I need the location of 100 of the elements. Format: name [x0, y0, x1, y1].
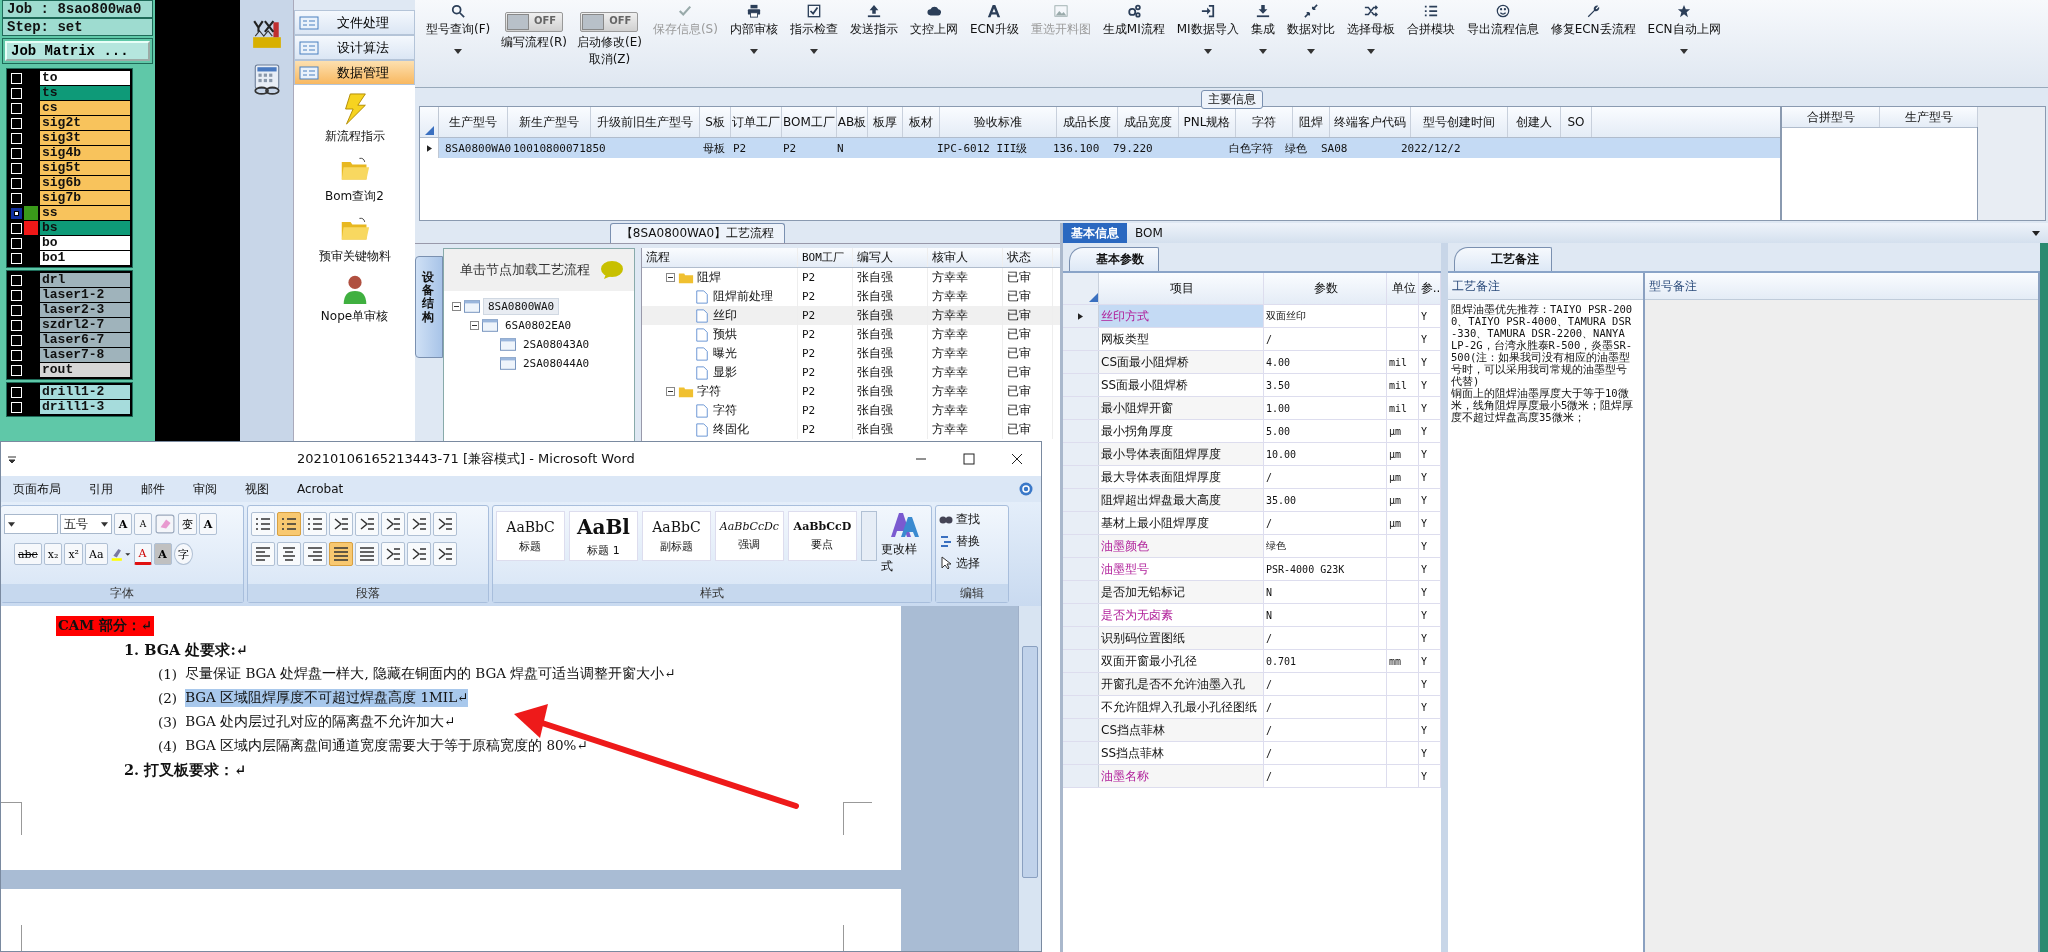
detail-tab[interactable]: BOM	[1127, 224, 1171, 242]
toolbar-button[interactable]: 集成	[1245, 4, 1280, 54]
column-header[interactable]: PNL规格	[1179, 107, 1236, 137]
ribbon-tab[interactable]: 视图	[245, 480, 269, 498]
style-option[interactable]: AaBbC 标题	[496, 511, 565, 561]
parameter-row[interactable]: 开窗孔是否不允许油墨入孔 / Y	[1063, 673, 1441, 696]
column-header[interactable]: 验收标准	[940, 107, 1057, 137]
column-header[interactable]: BOM工厂	[798, 248, 853, 267]
font-button[interactable]: A	[199, 513, 217, 535]
layer-name-cell[interactable]: szdrl2-7	[40, 318, 130, 332]
column-header[interactable]: 参数	[1264, 273, 1387, 304]
column-header[interactable]: 终端客户代码	[1330, 107, 1411, 137]
maximize-icon[interactable]	[963, 453, 975, 465]
close-icon[interactable]	[1011, 453, 1023, 465]
parameter-row[interactable]: 油墨名称 / Y	[1063, 765, 1441, 788]
scrollbar[interactable]	[1978, 107, 2045, 220]
parameter-row[interactable]: 油墨型号 PSR-4000 G23K Y	[1063, 558, 1441, 581]
toggle-switch[interactable]: OFF	[505, 12, 564, 32]
layer-name-cell[interactable]: laser1-2	[40, 288, 130, 302]
font-button[interactable]: A	[153, 543, 172, 565]
parameter-row[interactable]: 最小导体表面阻焊厚度 10.00 μm Y	[1063, 443, 1441, 466]
layer-name-cell[interactable]: sig3t	[40, 131, 130, 145]
font-button[interactable]: A	[134, 513, 152, 535]
toolbar-button[interactable]: 导出流程信息	[1461, 4, 1544, 38]
parameter-row[interactable]: 丝印方式 双面丝印 Y	[1063, 305, 1441, 328]
parameter-row[interactable]: 最小阻焊开窗 1.00 mil Y	[1063, 397, 1441, 420]
parameter-row[interactable]: SS面最小阻焊桥 3.50 mil Y	[1063, 374, 1441, 397]
process-row[interactable]: 预烘 P2 张自强 方幸幸 已审	[642, 325, 1060, 344]
layer-name-cell[interactable]: cs	[40, 101, 130, 115]
column-header[interactable]: 型号创建时间	[1411, 107, 1508, 137]
tree-node[interactable]: 2SA08043A0	[519, 337, 594, 352]
column-header[interactable]: 编写人	[853, 248, 928, 267]
style-option[interactable]: AaBbCcDc 强调	[714, 511, 784, 561]
factory-logo-icon[interactable]	[250, 18, 283, 50]
nav-section-button[interactable]: 数据管理	[294, 60, 415, 85]
column-header[interactable]: S板	[700, 107, 731, 137]
detail-tab[interactable]: 基本信息	[1063, 222, 1127, 244]
font-button[interactable]: A	[133, 543, 152, 565]
toolbar-button[interactable]: 型号查询(F)	[421, 4, 496, 54]
center-icon[interactable]	[277, 542, 301, 566]
parameter-row[interactable]: CS面最小阻焊桥 4.00 mil Y	[1063, 351, 1441, 374]
font-button[interactable]: 字	[173, 543, 193, 565]
toolbar-button[interactable]: 生成MI流程	[1097, 4, 1170, 38]
tree-node[interactable]: 6SA0802EA0	[501, 318, 576, 333]
parameter-row[interactable]: 双面开窗最小孔径 0.701 mm Y	[1063, 650, 1441, 673]
process-row[interactable]: 丝印 P2 张自强 方幸幸 已审	[642, 306, 1060, 325]
column-header[interactable]: 生产型号	[439, 107, 508, 137]
layer-name-cell[interactable]: drill1-2	[40, 385, 130, 399]
column-header[interactable]: BOM工厂	[782, 107, 837, 137]
parameter-row[interactable]: SS挡点菲林 / Y	[1063, 742, 1441, 765]
column-header[interactable]: 订单工厂	[731, 107, 782, 137]
toolbar-button[interactable]: ECN自动上网	[1642, 4, 1726, 54]
column-header[interactable]: 升级前旧生产型号	[591, 107, 700, 137]
column-header[interactable]: 成品长度	[1057, 107, 1118, 137]
nav-item[interactable]: 新流程指示	[294, 93, 415, 145]
parameter-row[interactable]: 是否加无铅标记 N Y	[1063, 581, 1441, 604]
indent-icon[interactable]	[355, 512, 379, 536]
process-row[interactable]: 阻焊 P2 张自强 方幸幸 已审	[642, 268, 1060, 287]
calculator-link-icon[interactable]	[251, 64, 282, 96]
parameters-tab[interactable]: 基本参数	[1069, 247, 1159, 271]
caret-icon[interactable]	[2032, 230, 2040, 236]
layer-name-cell[interactable]: sig7b	[40, 191, 130, 205]
scrollbar[interactable]	[2040, 243, 2048, 952]
layer-name-cell[interactable]: ss	[40, 206, 130, 220]
nav-section-button[interactable]: 设计算法	[294, 35, 415, 60]
process-tab[interactable]: 【8SA0800WA0】工艺流程	[609, 223, 786, 243]
toolbar-button[interactable]: 文控上网	[904, 4, 963, 38]
column-header[interactable]: SO	[1561, 107, 1592, 137]
parameter-row[interactable]: 识别码位置图纸 / Y	[1063, 627, 1441, 650]
scrollbar-track[interactable]	[1018, 606, 1041, 951]
parameter-row[interactable]: 不允许阻焊入孔最小孔径图纸 / Y	[1063, 696, 1441, 719]
notes-tab[interactable]: 工艺备注	[1454, 247, 1552, 271]
layer-name-cell[interactable]: sig4b	[40, 146, 130, 160]
font-name-field[interactable]	[4, 514, 58, 534]
column-header[interactable]: 创建人	[1508, 107, 1561, 137]
outdent-icon[interactable]	[329, 512, 353, 536]
tree-toggle-icon[interactable]	[470, 321, 479, 330]
layer-name-cell[interactable]: rout	[40, 363, 130, 377]
numbering-icon[interactable]	[277, 512, 301, 536]
help-icon[interactable]	[1019, 482, 1033, 496]
left-icon[interactable]	[251, 542, 275, 566]
multilevel-icon[interactable]	[303, 512, 327, 536]
column-header[interactable]: 项目	[1099, 273, 1264, 304]
ribbon-tab[interactable]: 审阅	[193, 480, 217, 498]
column-header[interactable]: 状态	[1003, 248, 1053, 267]
parameter-row[interactable]: 油墨颜色 绿色 Y	[1063, 535, 1441, 558]
layer-name-cell[interactable]: ts	[40, 86, 130, 100]
nav-item[interactable]: Nope单审核	[294, 273, 415, 325]
toolbar-button[interactable]: 修复ECN丢流程	[1545, 4, 1641, 38]
change-styles-button[interactable]: 更改样式	[880, 511, 928, 575]
job-matrix-button[interactable]: Job Matrix ...	[5, 41, 150, 61]
tree-node[interactable]: 2SA08044A0	[519, 356, 594, 371]
column-header[interactable]: 工艺备注	[1448, 273, 1643, 300]
style-option[interactable]: AaBl 标题 1	[569, 511, 638, 561]
column-header[interactable]: 单位	[1387, 273, 1419, 304]
process-row[interactable]: 终固化 P2 张自强 方幸幸 已审	[642, 420, 1060, 439]
toolbar-button[interactable]: 发送指示	[844, 4, 903, 38]
layer-name-cell[interactable]: sig2t	[40, 116, 130, 130]
font-button[interactable]: x₂	[43, 543, 63, 565]
nav-item[interactable]: 预审关键物料	[294, 213, 415, 265]
